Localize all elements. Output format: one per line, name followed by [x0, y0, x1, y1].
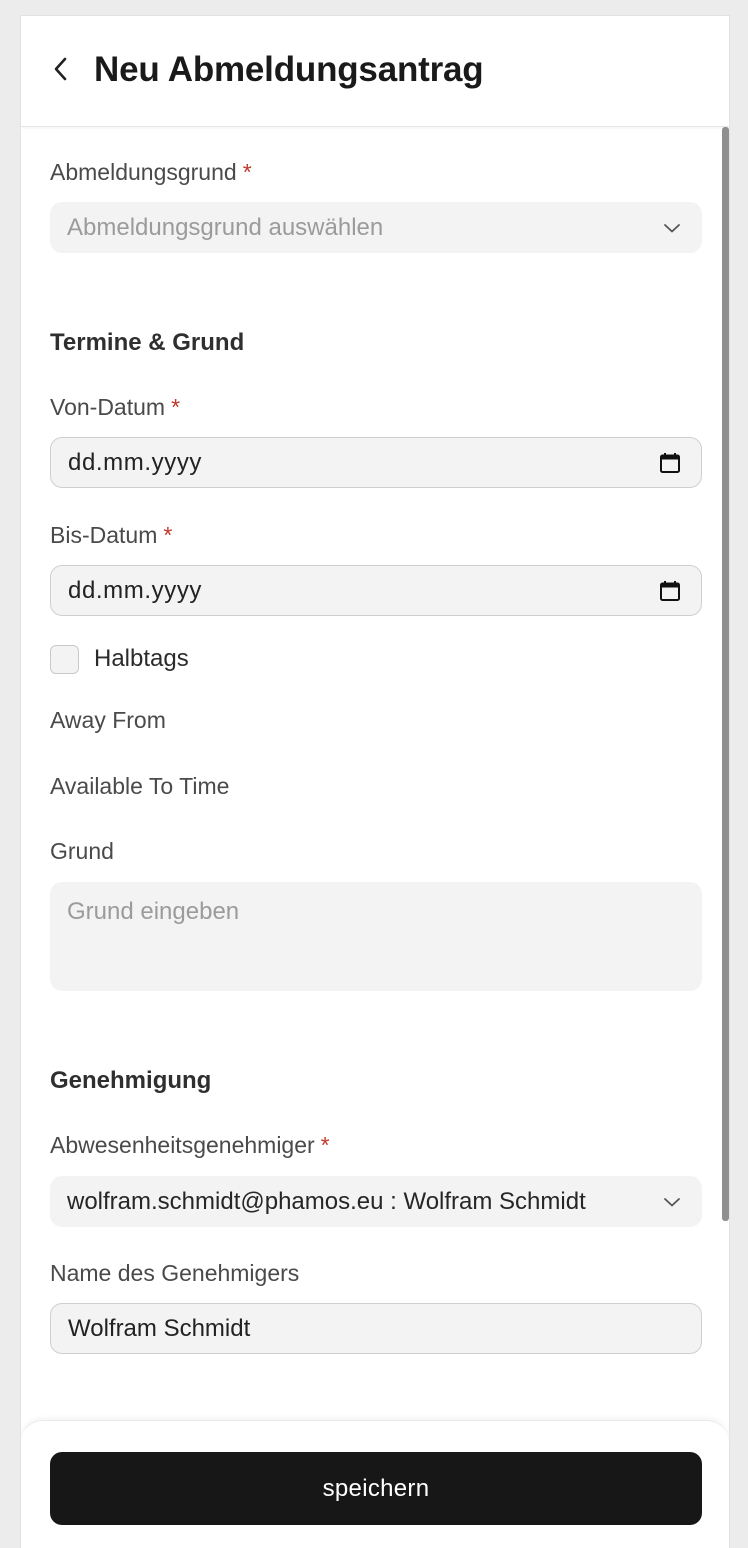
reason-type-placeholder: Abmeldungsgrund auswählen: [67, 213, 384, 241]
required-mark: *: [163, 522, 173, 548]
approval-section-title: Genehmigung: [50, 1067, 212, 1094]
approver-name-input[interactable]: Wolfram Schmidt: [50, 1303, 702, 1354]
page-title: Neu Abmeldungsantrag: [94, 50, 484, 89]
page-header: Neu Abmeldungsantrag: [21, 16, 729, 127]
away-from-label: Away From: [50, 707, 166, 733]
from-date-label: Von-Datum *: [50, 394, 180, 421]
approver-name-label: Name des Genehmigers: [50, 1260, 300, 1286]
approver-label-text: Abwesenheitsgenehmiger: [50, 1132, 315, 1158]
available-to-time-label: Available To Time: [50, 773, 230, 799]
required-mark: *: [171, 394, 181, 420]
calendar-icon[interactable]: [658, 451, 682, 475]
approver-select[interactable]: wolfram.schmidt@phamos.eu : Wolfram Schm…: [50, 1176, 702, 1227]
dates-section-title: Termine & Grund: [50, 329, 245, 356]
approver-label: Abwesenheitsgenehmiger *: [50, 1132, 330, 1159]
to-date-label-text: Bis-Datum: [50, 522, 158, 548]
chevron-down-icon: [662, 1192, 682, 1212]
approver-value: wolfram.schmidt@phamos.eu : Wolfram Schm…: [67, 1187, 586, 1215]
reason-type-label: Abmeldungsgrund *: [50, 159, 252, 186]
chevron-down-icon: [662, 218, 682, 238]
footer-bar: speichern: [21, 1420, 729, 1548]
to-date-value: dd.mm.yyyy: [68, 576, 203, 604]
calendar-icon[interactable]: [658, 579, 682, 603]
form-panel: Neu Abmeldungsantrag Abmeldungsgrund * Ab…: [20, 15, 730, 1548]
scrollbar[interactable]: [722, 127, 729, 1221]
from-date-value: dd.mm.yyyy: [68, 448, 203, 476]
half-day-checkbox[interactable]: [50, 645, 79, 674]
chevron-left-icon: [53, 56, 69, 87]
to-date-label: Bis-Datum *: [50, 522, 172, 549]
reason-label: Grund: [50, 838, 114, 864]
required-mark: *: [242, 159, 252, 185]
half-day-label[interactable]: Halbtags: [94, 645, 189, 673]
reason-placeholder: Grund eingeben: [67, 898, 240, 925]
reason-textarea[interactable]: Grund eingeben: [50, 882, 702, 991]
reason-type-select[interactable]: Abmeldungsgrund auswählen: [50, 202, 702, 253]
reason-type-label-text: Abmeldungsgrund: [50, 159, 237, 185]
from-date-input[interactable]: dd.mm.yyyy: [50, 437, 702, 488]
save-button[interactable]: speichern: [50, 1452, 702, 1525]
approver-name-value: Wolfram Schmidt: [68, 1314, 251, 1342]
required-mark: *: [320, 1132, 330, 1158]
from-date-label-text: Von-Datum: [50, 394, 166, 420]
back-button[interactable]: [49, 56, 73, 86]
to-date-input[interactable]: dd.mm.yyyy: [50, 565, 702, 616]
